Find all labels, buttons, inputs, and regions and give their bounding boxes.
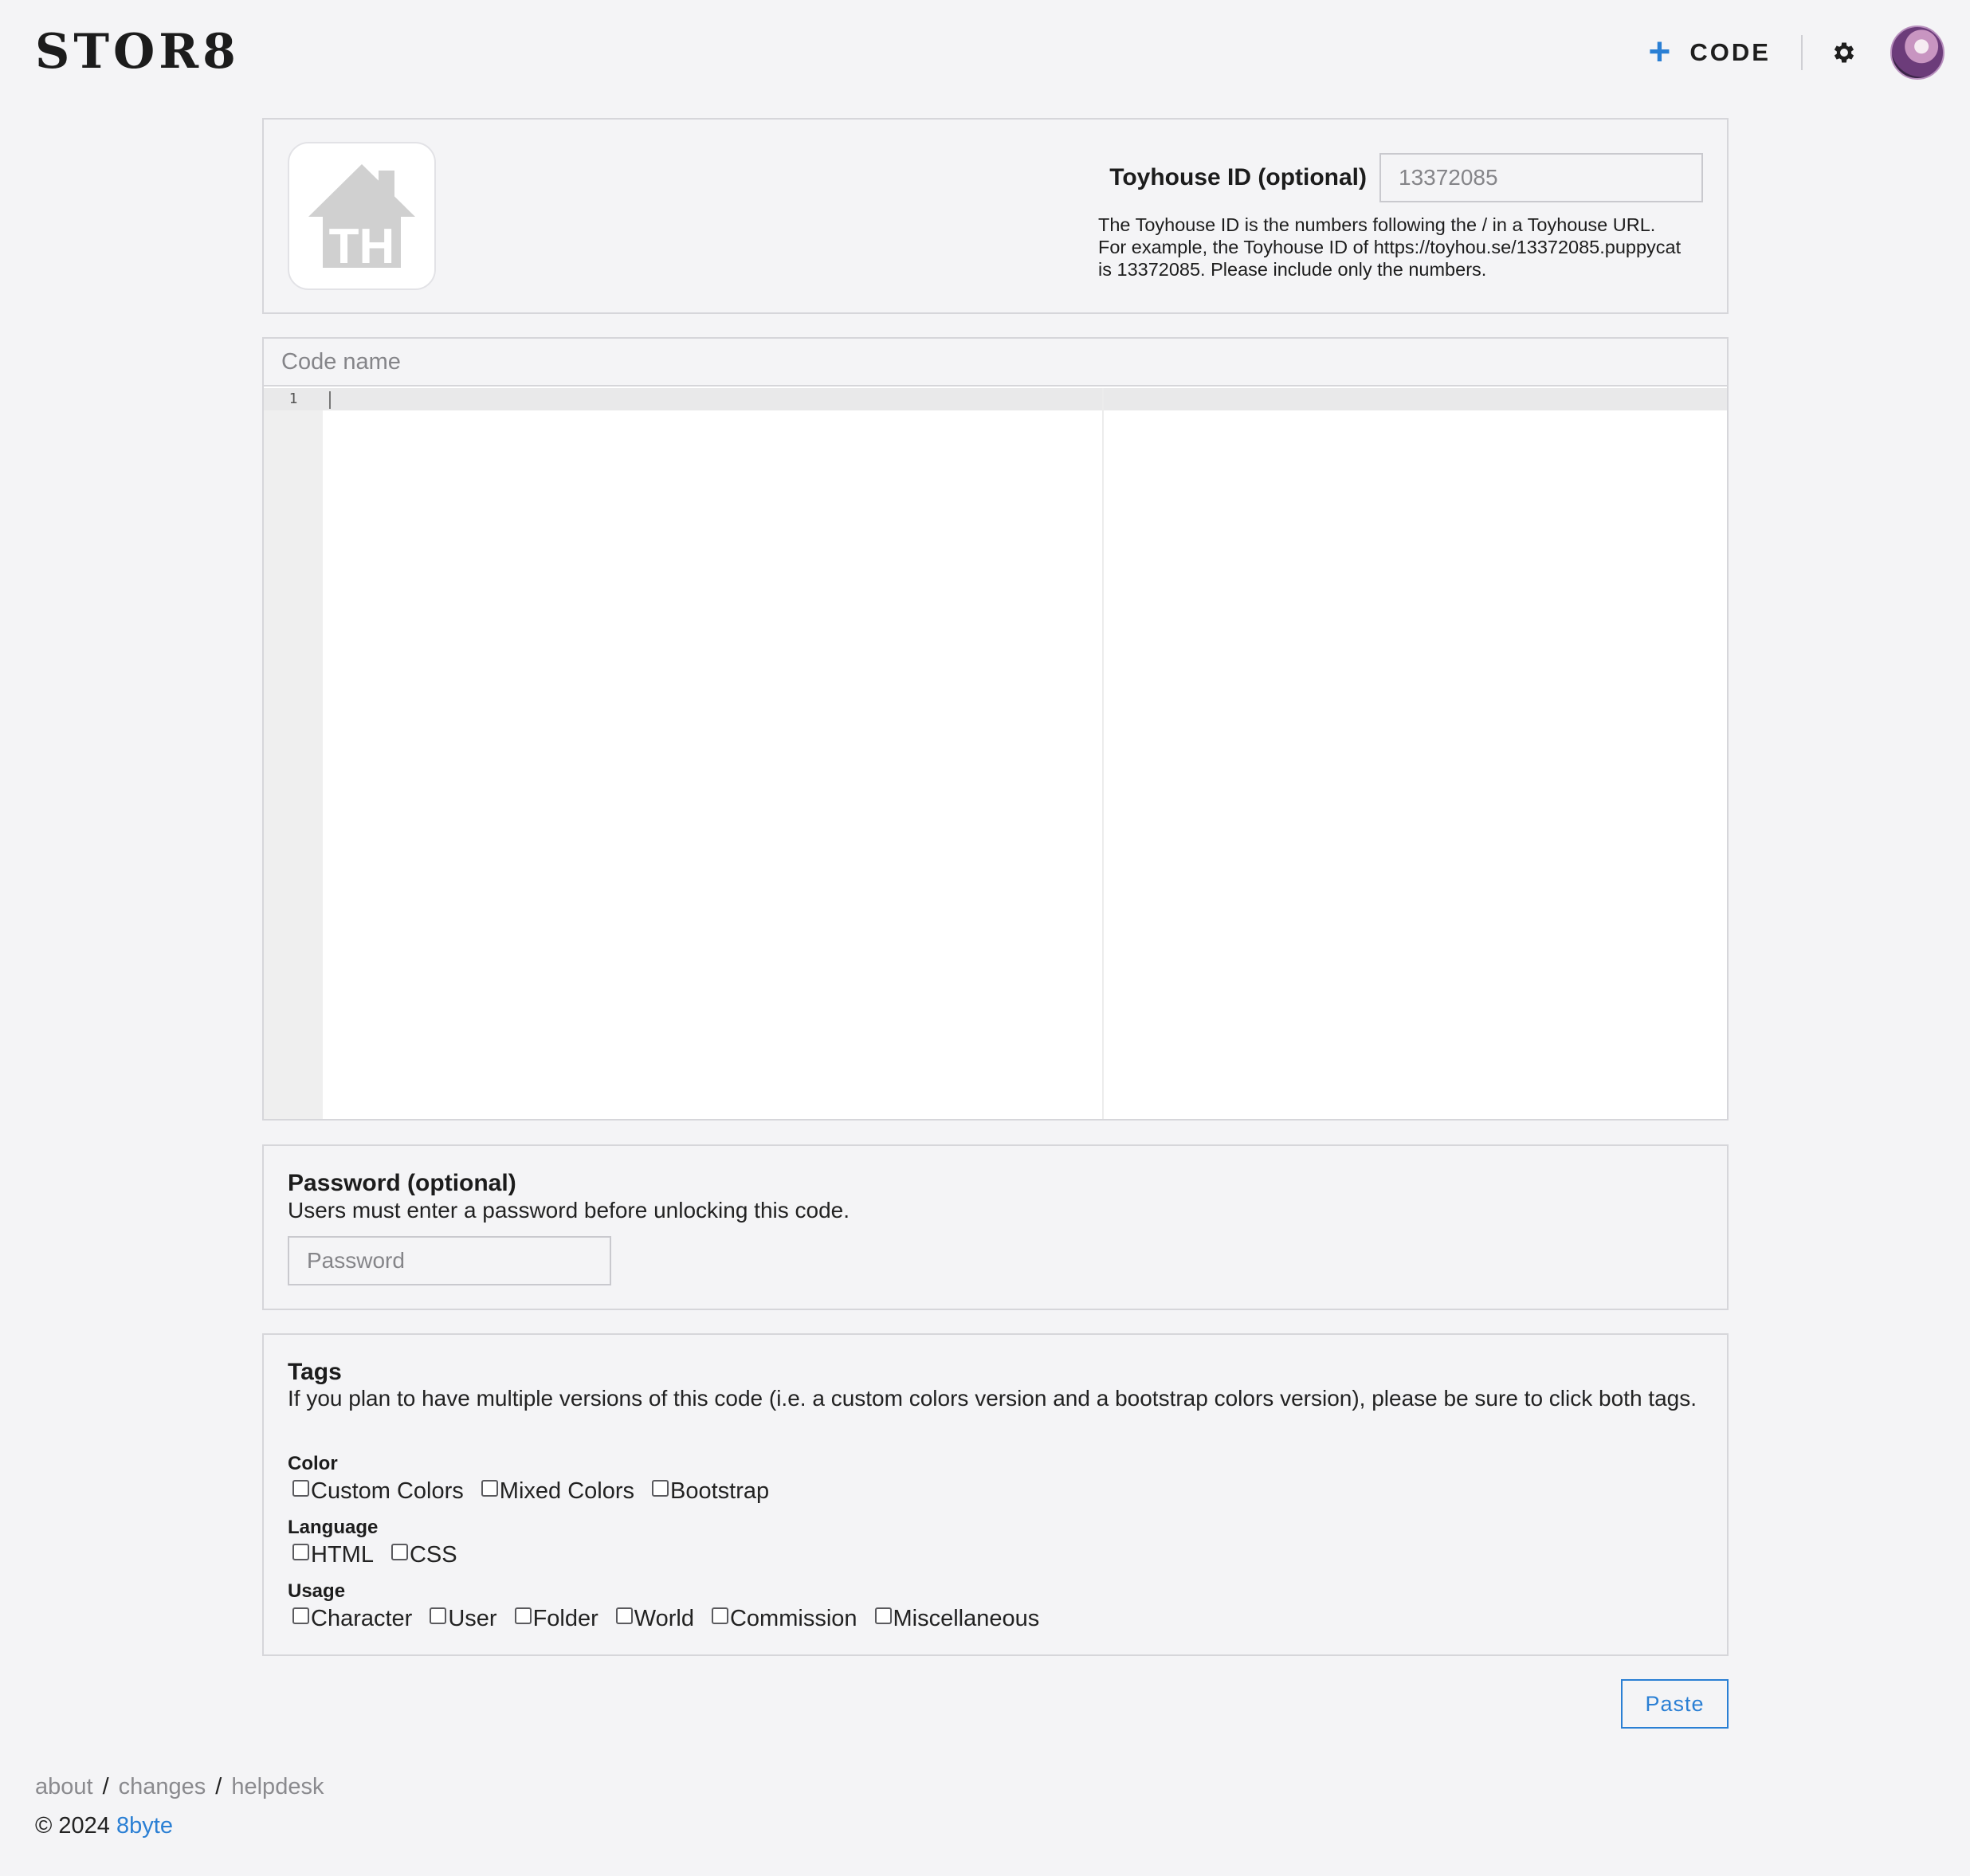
password-panel: Password (optional) Users must enter a p… <box>262 1144 1729 1310</box>
checkbox-label: Commission <box>729 1606 857 1631</box>
checkbox-box[interactable] <box>430 1607 447 1624</box>
tag-checkbox-bootstrap[interactable]: Bootstrap <box>652 1478 769 1505</box>
usage-group-label: Usage <box>288 1580 346 1602</box>
tag-checkbox-folder[interactable]: Folder <box>514 1606 598 1632</box>
toyhouse-help-line: is 13372085. Please include only the num… <box>1098 259 1487 280</box>
password-title: Password (optional) <box>288 1170 516 1196</box>
footer-separator: / <box>215 1774 222 1799</box>
tags-description: If you plan to have multiple versions of… <box>288 1386 1697 1411</box>
toyhouse-id-row: Toyhouse ID (optional) <box>1109 153 1703 202</box>
footer-separator: / <box>102 1774 109 1799</box>
paste-button[interactable]: Paste <box>1621 1679 1729 1729</box>
add-code-button[interactable]: + CODE <box>1648 33 1771 72</box>
editor-gutter <box>264 388 323 1119</box>
user-avatar[interactable] <box>1890 26 1944 80</box>
plus-icon: + <box>1648 31 1671 73</box>
color-options: Custom Colors Mixed Colors Bootstrap <box>292 1478 787 1505</box>
code-name-input[interactable] <box>264 339 1727 387</box>
password-input[interactable] <box>288 1236 611 1285</box>
copyright-text: © 2024 <box>35 1813 110 1839</box>
footer-link-about[interactable]: about <box>35 1774 93 1799</box>
checkbox-label: User <box>448 1606 497 1631</box>
checkbox-label: CSS <box>409 1542 457 1568</box>
checkbox-box[interactable] <box>514 1607 532 1624</box>
gear-icon[interactable] <box>1828 37 1860 69</box>
house-icon: TH <box>308 164 415 274</box>
language-options: HTML CSS <box>292 1542 475 1568</box>
footer-link-helpdesk[interactable]: helpdesk <box>231 1774 324 1799</box>
usage-options: Character User Folder World Commission M… <box>292 1606 1057 1632</box>
checkbox-box[interactable] <box>390 1544 408 1560</box>
password-description: Users must enter a password before unloc… <box>288 1198 850 1223</box>
toyhouse-id-label: Toyhouse ID (optional) <box>1109 164 1367 190</box>
footer-link-changes[interactable]: changes <box>119 1774 206 1799</box>
tags-panel: Tags If you plan to have multiple versio… <box>262 1333 1729 1656</box>
line-number: 1 <box>288 391 298 407</box>
toyhouse-id-help: The Toyhouse ID is the numbers following… <box>1098 214 1720 281</box>
checkbox-box[interactable] <box>711 1607 728 1624</box>
toyhouse-panel: TH Toyhouse ID (optional) The Toyhouse I… <box>262 118 1729 314</box>
tag-checkbox-miscellaneous[interactable]: Miscellaneous <box>874 1606 1040 1632</box>
toyhouse-help-line: For example, the Toyhouse ID of https://… <box>1098 237 1682 257</box>
editor-preview-divider <box>1102 388 1104 1119</box>
checkbox-label: Bootstrap <box>670 1478 770 1504</box>
checkbox-label: Character <box>311 1606 413 1631</box>
brand-link[interactable]: 8byte <box>116 1813 173 1839</box>
checkbox-box[interactable] <box>874 1607 892 1624</box>
editor-active-line[interactable] <box>264 388 1727 410</box>
header-actions: + CODE <box>1648 22 1944 83</box>
toyhouse-id-input[interactable] <box>1379 153 1703 202</box>
toyhouse-logo-text: TH <box>329 219 395 274</box>
tag-checkbox-user[interactable]: User <box>430 1606 497 1632</box>
tag-checkbox-mixed-colors[interactable]: Mixed Colors <box>481 1478 634 1505</box>
add-code-label: CODE <box>1689 38 1771 66</box>
tag-checkbox-commission[interactable]: Commission <box>711 1606 857 1632</box>
editor-cursor <box>329 391 331 409</box>
language-group-label: Language <box>288 1517 379 1538</box>
checkbox-label: Custom Colors <box>311 1478 464 1504</box>
toyhouse-help-line: The Toyhouse ID is the numbers following… <box>1098 214 1656 235</box>
checkbox-label: World <box>634 1606 694 1631</box>
copyright: © 2024 8byte <box>35 1813 173 1839</box>
checkbox-box[interactable] <box>292 1480 309 1497</box>
tag-checkbox-custom-colors[interactable]: Custom Colors <box>292 1478 464 1505</box>
checkbox-box[interactable] <box>652 1480 669 1497</box>
tag-checkbox-css[interactable]: CSS <box>390 1542 457 1568</box>
toyhouse-logo: TH <box>288 142 436 290</box>
code-editor-panel: 1 <box>262 337 1729 1120</box>
tag-checkbox-html[interactable]: HTML <box>292 1542 374 1568</box>
site-logo[interactable]: STOR8 <box>35 24 240 80</box>
checkbox-label: Mixed Colors <box>499 1478 634 1504</box>
checkbox-label: Miscellaneous <box>893 1606 1040 1631</box>
checkbox-box[interactable] <box>292 1544 309 1560</box>
tag-checkbox-world[interactable]: World <box>615 1606 694 1632</box>
tag-checkbox-character[interactable]: Character <box>292 1606 412 1632</box>
footer-links: about / changes / helpdesk <box>35 1774 324 1800</box>
checkbox-box[interactable] <box>292 1607 309 1624</box>
checkbox-box[interactable] <box>615 1607 633 1624</box>
checkbox-label: Folder <box>532 1606 598 1631</box>
gear-icon-svg <box>1834 42 1854 63</box>
color-group-label: Color <box>288 1453 338 1474</box>
checkbox-label: HTML <box>311 1542 374 1568</box>
header-divider <box>1801 35 1803 70</box>
checkbox-box[interactable] <box>481 1480 498 1497</box>
tags-title: Tags <box>288 1359 342 1385</box>
